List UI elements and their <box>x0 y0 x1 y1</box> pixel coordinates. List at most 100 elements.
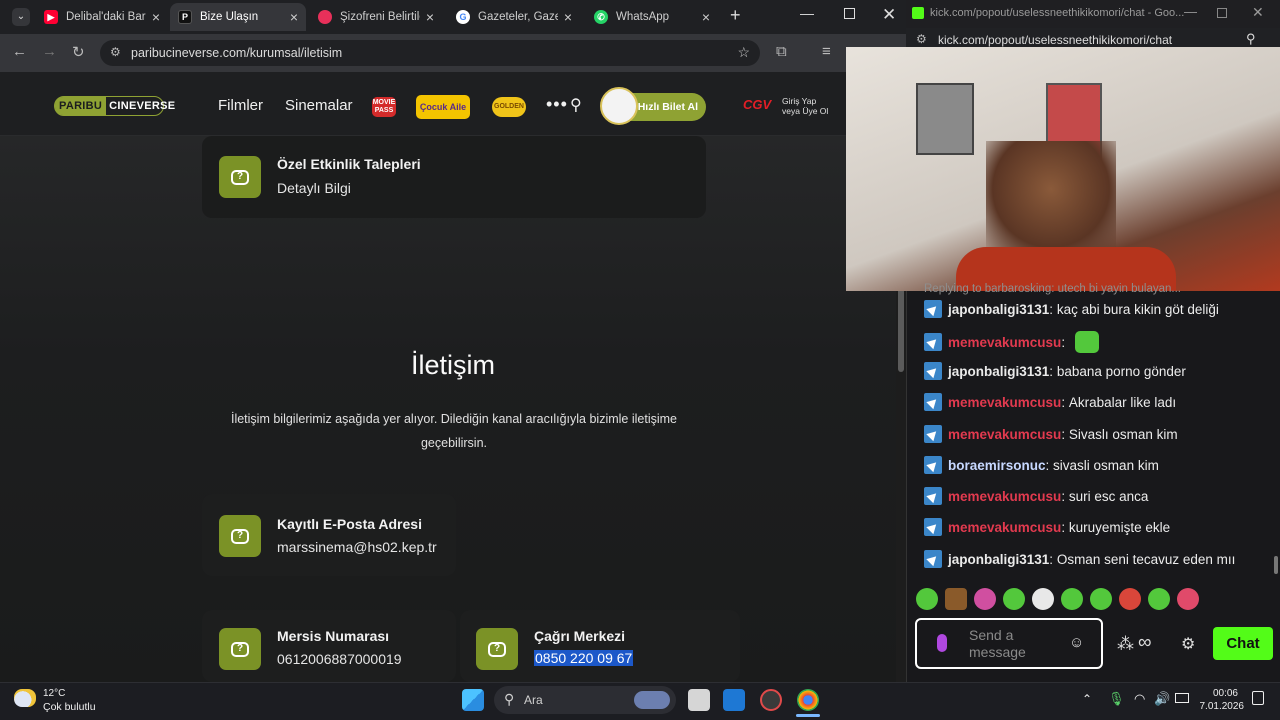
chat-username[interactable]: memevakumcusu <box>948 520 1061 535</box>
extensions-icon[interactable]: ⧉ <box>776 43 787 60</box>
event-card[interactable] <box>202 136 706 218</box>
close-icon[interactable]: × <box>702 9 710 25</box>
nav-filmler[interactable]: Filmler <box>218 97 263 114</box>
weather-temp[interactable]: 12°C <box>43 688 65 699</box>
emoji-icon[interactable]: ☺ <box>1069 634 1084 651</box>
cocuk-aile-badge[interactable]: Çocuk Aile <box>416 95 470 119</box>
close-icon[interactable]: × <box>426 9 434 25</box>
emote-bar <box>916 588 1216 614</box>
chat-username[interactable]: boraemirsonuc <box>948 458 1046 473</box>
chat-titlebar: kick.com/popout/uselessneethikikomori/ch… <box>906 0 1280 28</box>
app-icon[interactable] <box>760 689 782 711</box>
wifi-icon[interactable]: ◠ <box>1134 691 1145 707</box>
notification-icon[interactable] <box>1252 691 1264 705</box>
moderator-icon <box>924 550 942 568</box>
emote-icon[interactable] <box>945 588 967 610</box>
minimize-icon[interactable]: — <box>1184 4 1197 19</box>
more-icon[interactable]: ••• <box>546 94 568 115</box>
site-info-icon[interactable]: ⚙ <box>916 32 927 46</box>
site-info-icon[interactable]: ⚙ <box>110 45 121 59</box>
bookmark-star-icon[interactable]: ☆ <box>737 44 750 61</box>
mail-app-icon[interactable] <box>723 689 745 711</box>
back-icon[interactable]: ← <box>12 43 27 60</box>
emote-icon[interactable] <box>1061 588 1083 610</box>
infinity-icon[interactable]: ∞ <box>1138 632 1152 654</box>
settings-gear-icon[interactable]: ⚙ <box>1181 634 1195 654</box>
volume-icon[interactable]: 🔊 <box>1154 691 1170 707</box>
clock-time[interactable]: 00:06 <box>1204 688 1238 699</box>
nav-sinemalar[interactable]: Sinemalar <box>285 97 353 114</box>
emote-icon[interactable] <box>916 588 938 610</box>
login-link[interactable]: Giriş Yap veya Üye Ol <box>782 96 828 116</box>
close-icon[interactable]: × <box>290 9 298 25</box>
chat-message: memevakumcusu: Sivaslı osman kim <box>924 425 1178 443</box>
chat-send-button[interactable]: Chat <box>1213 627 1273 660</box>
moderator-icon <box>924 393 942 411</box>
close-icon[interactable]: × <box>564 9 572 25</box>
qicon-glyph: ? <box>231 641 249 657</box>
chat-message-input[interactable]: Send a message ☺ <box>915 618 1103 669</box>
kick-icon <box>912 7 924 19</box>
emote-icon[interactable] <box>1148 588 1170 610</box>
golden-badge[interactable]: GOLDEN <box>492 97 526 117</box>
battery-icon[interactable] <box>1175 693 1189 703</box>
chat-username[interactable]: memevakumcusu <box>948 395 1061 410</box>
chrome-icon[interactable] <box>797 689 819 711</box>
maximize-icon[interactable] <box>1217 8 1227 18</box>
paribu-cineverse-logo[interactable]: PARIBU CINEVERSE <box>54 96 175 116</box>
youtube-icon: ▶ <box>44 10 58 24</box>
chat-username[interactable]: memevakumcusu <box>948 427 1061 442</box>
microphone-icon[interactable] <box>937 634 947 652</box>
microphone-icon[interactable]: 🎙 <box>1108 691 1125 707</box>
whatsapp-icon: ✆ <box>594 10 608 24</box>
tab-youtube[interactable]: ▶ Delibal'daki Barış × <box>36 3 168 31</box>
taskbar-search[interactable]: ⚲ Ara <box>494 686 676 714</box>
emote-icon[interactable] <box>1177 588 1199 610</box>
chat-username[interactable]: japonbaligi3131 <box>948 552 1049 567</box>
zoom-icon[interactable]: ⚲ <box>1246 31 1256 47</box>
emote-icon[interactable] <box>1003 588 1025 610</box>
tab-bize-ulasin[interactable]: P Bize Ulaşın × <box>170 3 306 31</box>
minimize-icon[interactable]: — <box>800 5 814 21</box>
reload-icon[interactable]: ↻ <box>72 43 85 61</box>
chat-username[interactable]: japonbaligi3131 <box>948 364 1049 379</box>
task-view-icon[interactable] <box>688 689 710 711</box>
close-window-icon[interactable]: ✕ <box>1252 4 1264 21</box>
event-card-link[interactable]: Detaylı Bilgi <box>277 180 351 196</box>
emote-icon[interactable] <box>1119 588 1141 610</box>
close-icon[interactable]: × <box>152 9 160 25</box>
chat-scrollbar[interactable] <box>1274 556 1278 574</box>
emote-icon[interactable] <box>1032 588 1054 610</box>
chat-message: memevakumcusu: suri esc anca <box>924 487 1148 505</box>
address-bar[interactable]: ⚙ paribucineverse.com/kurumsal/iletisim … <box>100 40 760 66</box>
new-tab-icon[interactable]: + <box>730 5 741 26</box>
chat-username[interactable]: memevakumcusu <box>948 335 1061 350</box>
search-icon[interactable]: ⚲ <box>570 95 582 115</box>
call-center-value[interactable]: 0850 220 09 67 <box>534 650 634 666</box>
chat-username[interactable]: memevakumcusu <box>948 489 1061 504</box>
weather-icon[interactable] <box>14 689 36 707</box>
question-icon: ? <box>219 628 261 670</box>
forward-icon[interactable]: → <box>42 43 57 60</box>
moviepass-badge[interactable]: MOVIE PASS <box>372 97 396 117</box>
emote-icon[interactable] <box>974 588 996 610</box>
tab-sizofreni[interactable]: Şizofreni Belirtileri × <box>310 3 442 31</box>
chat-username[interactable]: japonbaligi3131 <box>948 302 1049 317</box>
tab-whatsapp[interactable]: ✆ WhatsApp × <box>586 3 718 31</box>
bits-icon[interactable]: ⁂ <box>1117 634 1134 654</box>
tab-search-button[interactable]: ⌄ <box>12 8 30 26</box>
maximize-icon[interactable] <box>844 8 855 19</box>
weather-desc[interactable]: Çok bulutlu <box>43 701 96 713</box>
media-icon[interactable]: ≡ <box>822 43 831 60</box>
windows-start-icon[interactable] <box>462 689 484 711</box>
email-label: Kayıtlı E-Posta Adresi <box>277 516 422 532</box>
tab-gazeteler[interactable]: G Gazeteler, Gazete × <box>448 3 580 31</box>
email-value[interactable]: marssinema@hs02.kep.tr <box>277 539 437 555</box>
clock-date[interactable]: 7.01.2026 <box>1196 701 1245 712</box>
chevron-up-icon[interactable]: ⌃ <box>1082 692 1092 706</box>
close-window-icon[interactable]: ✕ <box>882 5 896 25</box>
emote-icon[interactable] <box>1090 588 1112 610</box>
cgv-logo[interactable]: CGV <box>743 97 771 112</box>
mascot-icon <box>600 87 638 125</box>
chat-text: sivasli osman kim <box>1053 457 1159 473</box>
